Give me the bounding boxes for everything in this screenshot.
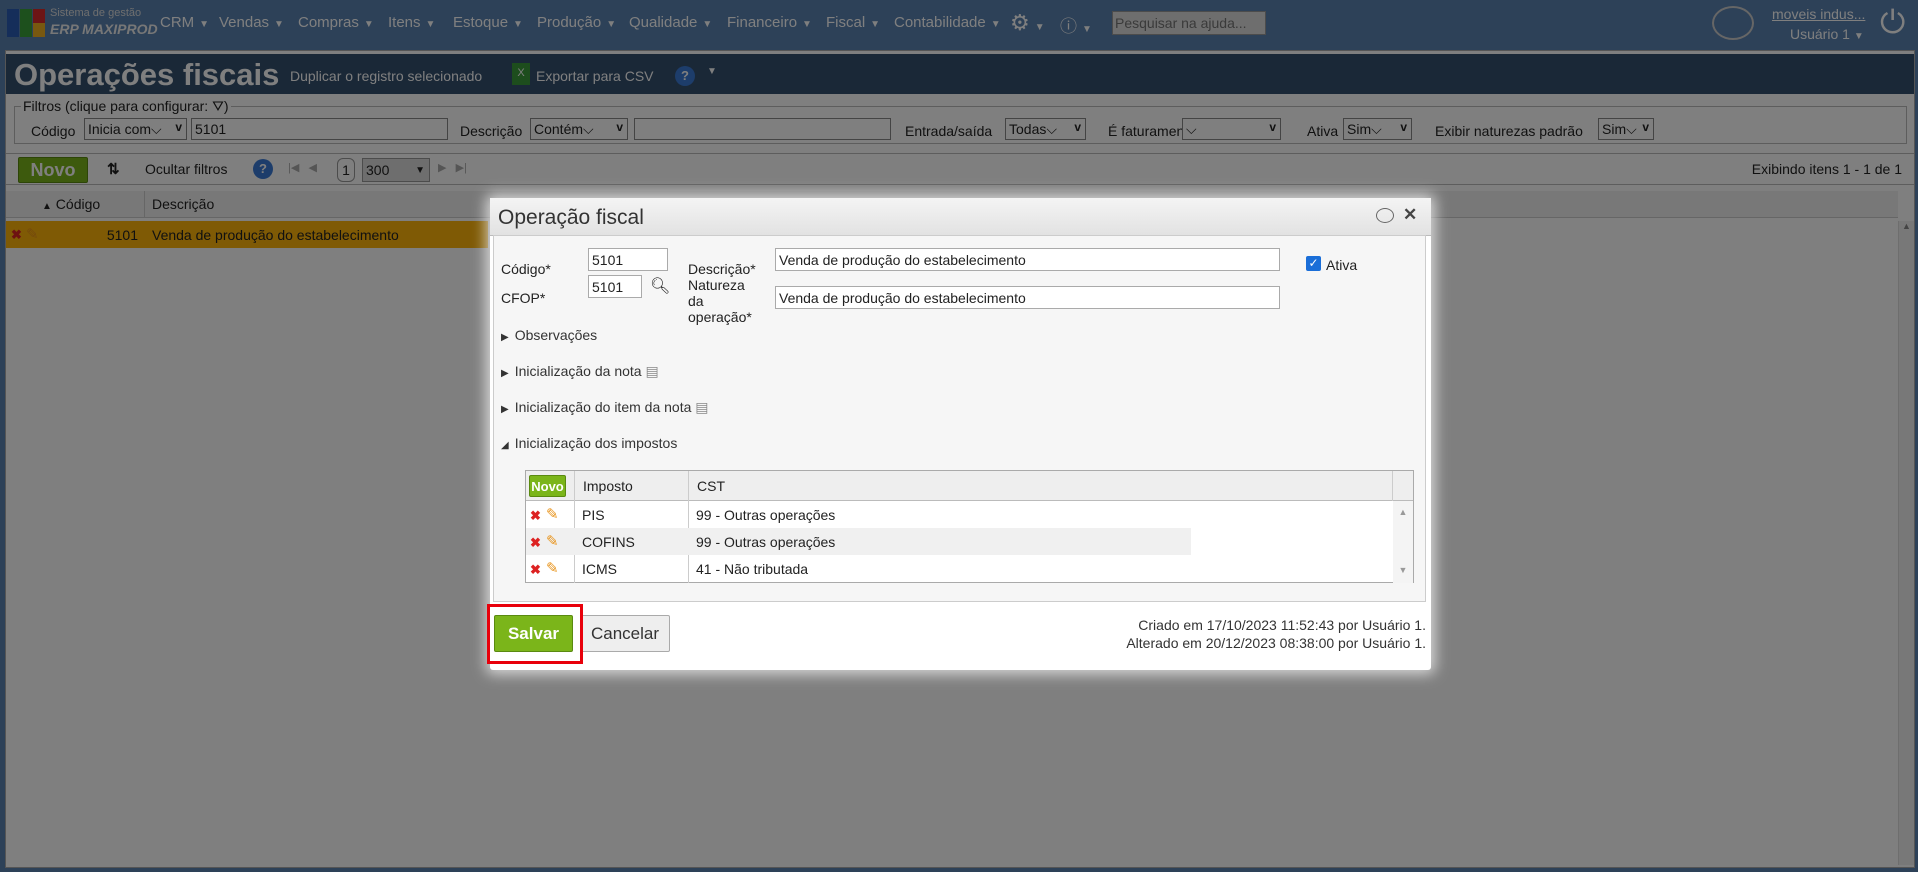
highlight-box bbox=[487, 604, 583, 664]
altered-info: Alterado em 20/12/2023 08:38:00 por Usuá… bbox=[1126, 635, 1426, 651]
section-inicializacao-nota[interactable]: ▶ Inicialização da nota ▤ bbox=[501, 363, 659, 380]
table-row[interactable]: ✖ ✎ PIS 99 - Outras operações bbox=[526, 501, 1392, 528]
col-imposto[interactable]: Imposto bbox=[574, 471, 688, 501]
table-row[interactable]: ✖ ✎ ICMS 41 - Não tributada bbox=[526, 555, 1392, 582]
cst-cell: 41 - Não tributada bbox=[696, 561, 809, 577]
natureza-input[interactable]: Venda de produção do estabelecimento bbox=[775, 286, 1280, 309]
created-info: Criado em 17/10/2023 11:52:43 por Usuári… bbox=[1138, 617, 1426, 633]
close-icon[interactable]: ✕ bbox=[1403, 205, 1417, 225]
ativa-label: Ativa bbox=[1326, 257, 1358, 273]
delete-icon[interactable]: ✖ bbox=[530, 508, 541, 524]
descricao-label: Descrição* bbox=[688, 261, 756, 277]
table-row[interactable]: ✖ ✎ COFINS 99 - Outras operações bbox=[526, 528, 1191, 555]
novo-imposto-button[interactable]: Novo bbox=[529, 475, 566, 497]
codigo-input[interactable]: 5101 bbox=[588, 248, 668, 271]
taxes-header: Novo Imposto CST bbox=[526, 471, 1413, 501]
section-observacoes[interactable]: ▶ Observações bbox=[501, 327, 597, 343]
document-icon: ▤ bbox=[695, 399, 709, 415]
col-cst[interactable]: CST bbox=[688, 471, 1393, 501]
ativa-checkbox[interactable]: ✓ bbox=[1306, 256, 1321, 271]
edit-icon[interactable]: ✎ bbox=[546, 532, 559, 550]
imposto-cell: COFINS bbox=[582, 534, 635, 550]
cancelar-button[interactable]: Cancelar bbox=[580, 615, 670, 652]
document-icon: ▤ bbox=[645, 363, 659, 379]
operacao-fiscal-dialog: Operação fiscal ✕ Código* 5101 CFOP* 510… bbox=[490, 198, 1431, 670]
cst-cell: 99 - Outras operações bbox=[696, 534, 836, 550]
audit-info: Criado em 17/10/2023 11:52:43 por Usuári… bbox=[1126, 616, 1426, 652]
dialog-title: Operação fiscal bbox=[498, 206, 644, 229]
search-icon[interactable]: 🔍︎ bbox=[650, 276, 670, 296]
natureza-label: Natureza da operação* bbox=[688, 277, 752, 325]
dialog-form: Código* 5101 CFOP* 5101 🔍︎ Descrição* Ve… bbox=[493, 235, 1426, 602]
edit-icon[interactable]: ✎ bbox=[546, 505, 559, 523]
codigo-label: Código* bbox=[501, 261, 551, 277]
cfop-input[interactable]: 5101 bbox=[588, 275, 642, 298]
imposto-cell: ICMS bbox=[582, 561, 617, 577]
edit-icon[interactable]: ✎ bbox=[546, 559, 559, 577]
delete-icon[interactable]: ✖ bbox=[530, 562, 541, 578]
section-inicializacao-item[interactable]: ▶ Inicialização do item da nota ▤ bbox=[501, 399, 709, 416]
cst-cell: 99 - Outras operações bbox=[696, 507, 836, 523]
cfop-label: CFOP* bbox=[501, 290, 546, 306]
imposto-cell: PIS bbox=[582, 507, 605, 523]
taxes-scrollbar[interactable]: ▲ ▼ bbox=[1393, 501, 1413, 583]
comment-icon[interactable] bbox=[1376, 208, 1394, 223]
taxes-grid: Novo Imposto CST ✖ ✎ PIS 99 - Outras oper… bbox=[525, 470, 1414, 583]
section-inicializacao-impostos[interactable]: ◢ Inicialização dos impostos bbox=[501, 435, 677, 451]
dialog-titlebar: Operação fiscal ✕ bbox=[490, 198, 1431, 236]
descricao-input[interactable]: Venda de produção do estabelecimento bbox=[775, 248, 1280, 271]
delete-icon[interactable]: ✖ bbox=[530, 535, 541, 551]
